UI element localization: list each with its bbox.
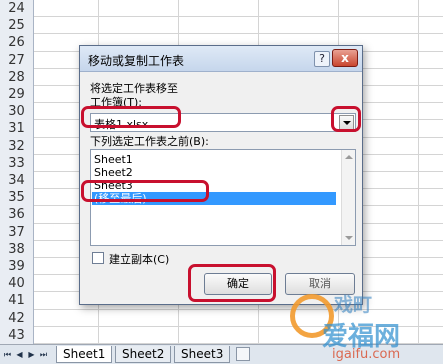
list-scrollbar[interactable] <box>341 150 355 245</box>
row-header[interactable]: 25 <box>0 17 34 35</box>
sheet-row[interactable]: 25 <box>0 17 443 35</box>
row-header[interactable]: 40 <box>0 275 34 293</box>
list-item[interactable]: Sheet1 <box>94 153 338 166</box>
row-header[interactable]: 42 <box>0 309 34 327</box>
row-header[interactable]: 33 <box>0 154 34 172</box>
row-header[interactable]: 34 <box>0 172 34 190</box>
create-copy-checkbox[interactable] <box>92 252 104 264</box>
row-header[interactable]: 37 <box>0 223 34 241</box>
scroll-up-icon[interactable] <box>345 155 353 159</box>
sheet-row[interactable]: 24 <box>0 0 443 18</box>
list-item[interactable]: Sheet2 <box>94 166 338 179</box>
row-header[interactable]: 32 <box>0 137 34 155</box>
watermark-line3: igaifu.com <box>332 347 401 362</box>
sheet-tab[interactable]: Sheet3 <box>174 346 231 363</box>
help-icon[interactable]: ? <box>314 51 330 67</box>
row-header[interactable]: 35 <box>0 189 34 207</box>
insert-sheet-icon[interactable] <box>236 347 250 361</box>
dialog-title: 移动或复制工作表 <box>88 54 185 68</box>
row-header[interactable]: 27 <box>0 51 34 69</box>
highlight-ok-button <box>188 264 276 302</box>
row-header[interactable]: 31 <box>0 120 34 138</box>
last-sheet-arrow-icon[interactable]: ⏭ <box>38 349 49 361</box>
row-header[interactable]: 41 <box>0 292 34 310</box>
highlight-dropdown-button <box>331 106 361 132</box>
row-header[interactable]: 38 <box>0 240 34 258</box>
next-sheet-arrow-icon[interactable]: ▶ <box>26 349 37 361</box>
watermark-line1: 戏町 <box>334 294 373 316</box>
create-copy-label: 建立副本(C) <box>109 253 170 266</box>
row-header[interactable]: 43 <box>0 326 34 344</box>
dialog-titlebar[interactable]: 移动或复制工作表 ? x <box>80 46 362 72</box>
highlight-move-to-end <box>81 180 209 202</box>
first-sheet-arrow-icon[interactable]: ⏮ <box>2 349 13 361</box>
row-header[interactable]: 28 <box>0 68 34 86</box>
row-header[interactable]: 39 <box>0 258 34 276</box>
sheet-tab[interactable]: Sheet2 <box>115 346 172 363</box>
row-header[interactable]: 36 <box>0 206 34 224</box>
row-header[interactable]: 30 <box>0 103 34 121</box>
close-icon[interactable]: x <box>332 49 358 67</box>
row-header[interactable]: 29 <box>0 86 34 104</box>
watermark-logo: 戏町 爱福网 igaifu.com <box>290 290 443 364</box>
sheet-tab[interactable]: Sheet1 <box>56 346 113 363</box>
scroll-down-icon[interactable] <box>345 236 353 240</box>
row-header[interactable]: 24 <box>0 0 34 18</box>
prev-sheet-arrow-icon[interactable]: ◀ <box>14 349 25 361</box>
before-sheet-label: 下列选定工作表之前(B): <box>90 135 209 148</box>
row-header[interactable]: 26 <box>0 34 34 52</box>
highlight-workbook-value <box>81 106 181 128</box>
